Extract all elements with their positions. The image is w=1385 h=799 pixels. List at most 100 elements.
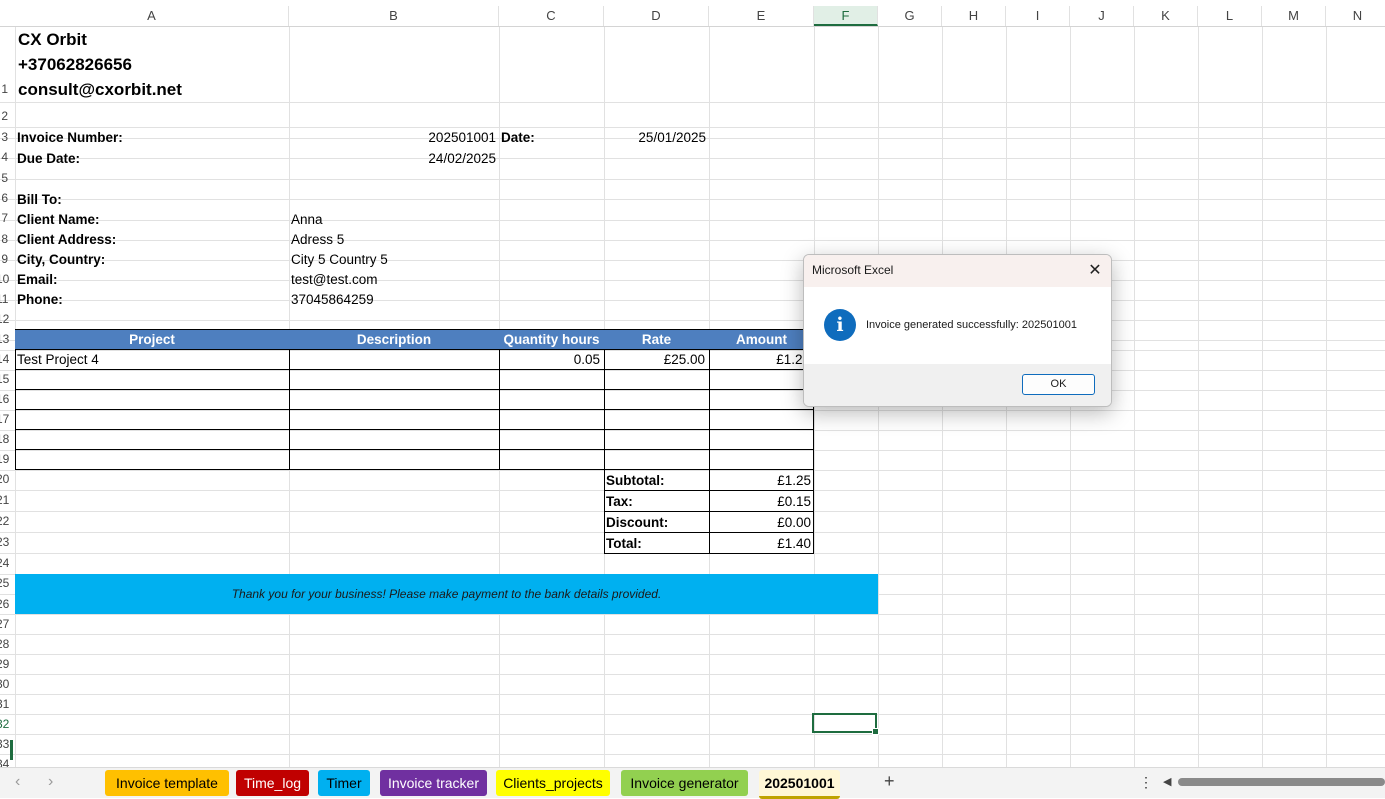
subtotal-label: Subtotal: [606,473,665,488]
row-number[interactable]: 32 [0,717,9,731]
row-number[interactable]: 9 [0,252,8,266]
row-number[interactable]: 28 [0,637,9,651]
row-number[interactable]: 34 [0,757,9,767]
row-number[interactable]: 29 [0,657,9,671]
column-header-e[interactable]: E [709,6,814,26]
column-header-k[interactable]: K [1134,6,1198,26]
column-header-g[interactable]: G [878,6,942,26]
dialog-titlebar[interactable]: Microsoft Excel ✕ [804,255,1111,287]
message-dialog: Microsoft Excel ✕ i Invoice generated su… [803,254,1112,407]
more-options-icon[interactable]: ⋮ [1139,774,1153,791]
row-number[interactable]: 33 [0,737,9,751]
company-name: CX Orbit [18,30,87,49]
sheet-tab[interactable]: Timer [318,770,370,796]
horizontal-scrollbar[interactable] [1178,778,1385,786]
column-header-i[interactable]: I [1006,6,1070,26]
gridline-horizontal [0,694,1385,695]
row-number[interactable]: 8 [0,232,8,246]
total-label: Total: [606,536,642,551]
client-name-value: Anna [291,212,323,227]
close-icon[interactable]: ✕ [1084,260,1106,282]
sheet-tab[interactable]: Clients_projects [496,770,610,796]
chevron-left-icon[interactable]: ‹ [15,773,20,791]
info-icon: i [824,309,856,341]
row-number[interactable]: 27 [0,617,9,631]
row-number[interactable]: 19 [0,452,9,466]
add-sheet-icon[interactable]: + [884,771,895,792]
row-number[interactable]: 16 [0,392,9,406]
column-header-n[interactable]: N [1326,6,1385,26]
table-border-line [709,349,710,470]
gridline-horizontal [0,240,1385,241]
row-number[interactable]: 6 [0,191,8,205]
gridline-horizontal [0,199,1385,200]
row-number[interactable]: 23 [0,535,9,549]
company-email: consult@cxorbit.net [18,80,182,99]
row-number[interactable]: 2 [0,109,8,123]
row-number[interactable]: 26 [0,597,9,611]
row-number[interactable]: 11 [0,292,8,306]
column-header-m[interactable]: M [1262,6,1326,26]
row-number[interactable]: 12 [0,312,9,326]
table-border-line [15,329,814,330]
column-header-a[interactable]: A [15,6,289,26]
gridline-horizontal [0,300,1385,301]
row-number[interactable]: 20 [0,472,9,486]
gridline-horizontal [0,654,1385,655]
row-number[interactable]: 1 [0,82,8,96]
gridline-horizontal [0,430,1385,431]
row-number[interactable]: 31 [0,697,9,711]
gridline-horizontal [0,470,1385,471]
tax-label: Tax: [606,494,633,509]
column-header-l[interactable]: L [1198,6,1262,26]
column-header-h[interactable]: H [942,6,1006,26]
column-header-c[interactable]: C [499,6,604,26]
phone-label: Phone: [17,292,63,307]
row-number[interactable]: 3 [0,130,8,144]
row-number[interactable]: 17 [0,412,9,426]
scroll-left-icon[interactable]: ◀ [1163,775,1171,788]
chevron-right-icon[interactable]: › [48,773,53,791]
row-number[interactable]: 22 [0,514,9,528]
email-label: Email: [17,272,58,287]
table-border-line [15,449,814,450]
active-cell-f32[interactable] [812,713,879,735]
table-row-rate: £25.00 [663,352,705,367]
row-number[interactable]: 15 [0,372,9,386]
column-header-j[interactable]: J [1070,6,1134,26]
row-number[interactable]: 25 [0,576,9,590]
row-number[interactable]: 13 [0,332,9,346]
row-number[interactable]: 14 [0,352,9,366]
table-border-line [15,349,16,470]
row-number[interactable]: 30 [0,677,9,691]
row-number[interactable]: 5 [0,171,8,185]
column-header-d[interactable]: D [604,6,709,26]
client-name-label: Client Name: [17,212,100,227]
sheet-tab[interactable]: Invoice template [105,770,229,796]
client-address-label: Client Address: [17,232,117,247]
table-header-project: Project [15,330,289,349]
row-number[interactable]: 4 [0,150,8,164]
table-border-line [15,369,814,370]
sheet-tab[interactable]: 202501001 [759,770,840,799]
city-country-value: City 5 Country 5 [291,252,388,267]
table-border-line [15,409,814,410]
row-number[interactable]: 21 [0,493,9,507]
sheet-tab-bar: ‹ › Invoice template Time_log Timer Invoice… [0,767,1385,799]
gridline-horizontal [0,320,1385,321]
sheet-tab[interactable]: Invoice tracker [380,770,487,796]
total-value: £1.40 [777,536,811,551]
row-number[interactable]: 24 [0,556,9,570]
row-number[interactable]: 10 [0,272,9,286]
row-number[interactable]: 7 [0,211,8,225]
sheet-tab[interactable]: Time_log [236,770,309,796]
table-header-quantity: Quantity hours [499,330,604,349]
column-header-bar: A B C D E F G H I J K L M N [0,6,1385,27]
column-header-f[interactable]: F [814,6,878,26]
column-header-b[interactable]: B [289,6,499,26]
sheet-tab[interactable]: Invoice generator [621,770,748,796]
invoice-number-value: 202501001 [428,130,496,145]
bill-to-heading: Bill To: [17,192,62,207]
row-number[interactable]: 18 [0,432,9,446]
ok-button[interactable]: OK [1022,374,1095,395]
